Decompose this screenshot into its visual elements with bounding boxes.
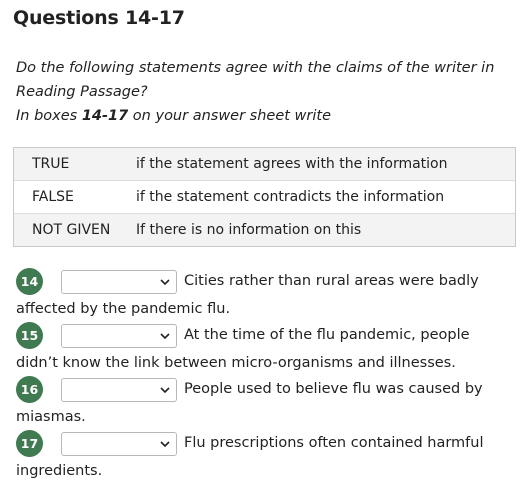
instruction-line-3: In boxes 14-17 on your answer sheet writ…: [16, 104, 516, 128]
answer-dropdown-17[interactable]: [61, 431, 177, 456]
answer-legend-table: TRUE if the statement agrees with the in…: [13, 147, 516, 247]
instruction-line-1: Do the following statements agree with t…: [16, 60, 495, 76]
legend-key: NOT GIVEN: [32, 222, 111, 238]
legend-description: if the statement agrees with the informa…: [136, 156, 448, 172]
chevron-down-icon: [160, 440, 170, 447]
questions-page: Questions 14-17 Do the following stateme…: [0, 0, 525, 498]
question-14: 14 Cities rather than rural areas were ba…: [16, 268, 516, 323]
legend-row-true: TRUE if the statement agrees with the in…: [14, 148, 515, 181]
chevron-down-icon: [160, 386, 170, 393]
legend-description: if the statement contradicts the informa…: [136, 189, 445, 205]
instruction-line-2: Reading Passage?: [16, 84, 148, 100]
instruction-suffix: on your answer sheet write: [128, 108, 332, 124]
answer-dropdown-15[interactable]: [61, 323, 177, 348]
legend-row-not-given: NOT GIVEN If there is no information on …: [14, 214, 515, 246]
question-number-badge: 16: [16, 376, 43, 403]
chevron-down-icon: [160, 278, 170, 285]
question-number-badge: 17: [16, 430, 43, 457]
question-number-badge: 15: [16, 322, 43, 349]
question-16: 16 People used to believe flu was caused …: [16, 376, 516, 431]
legend-row-false: FALSE if the statement contradicts the i…: [14, 181, 515, 214]
instruction-prefix: In boxes: [16, 108, 82, 124]
answer-dropdown-16[interactable]: [61, 377, 177, 402]
chevron-down-icon: [160, 332, 170, 339]
question-number-badge: 14: [16, 268, 43, 295]
legend-key: TRUE: [32, 156, 70, 172]
question-15: 15 At the time of the flu pandemic, peopl…: [16, 322, 516, 377]
question-17: 17 Flu prescriptions often contained harm…: [16, 430, 516, 485]
instruction-boxes: 14-17: [81, 108, 129, 124]
legend-key: FALSE: [32, 189, 74, 205]
answer-dropdown-14[interactable]: [61, 269, 177, 294]
page-title: Questions 14-17: [13, 7, 185, 29]
instructions: Do the following statements agree with t…: [16, 56, 516, 128]
legend-description: If there is no information on this: [136, 222, 362, 238]
